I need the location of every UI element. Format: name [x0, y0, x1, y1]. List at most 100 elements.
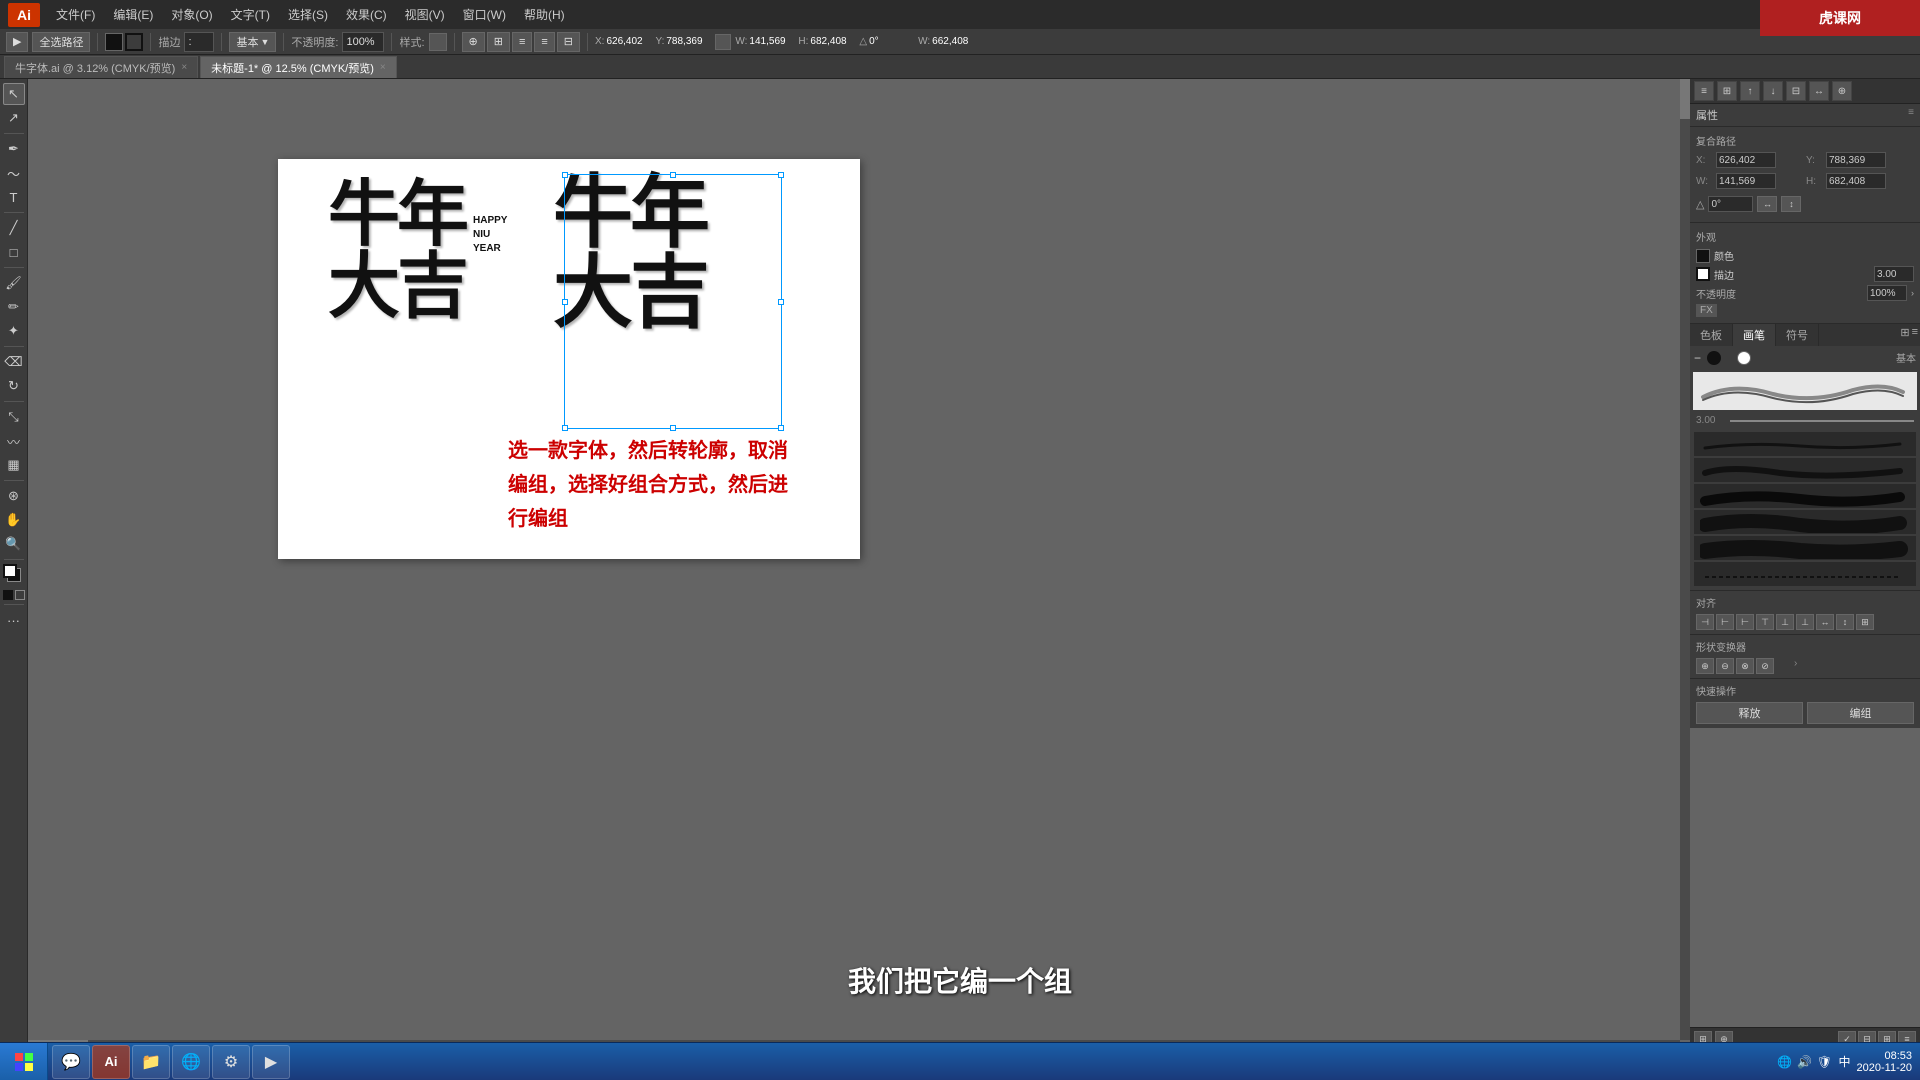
align-center-h-btn[interactable]: ⊢: [1716, 614, 1734, 630]
align-left-btn[interactable]: ⊣: [1696, 614, 1714, 630]
tab-0-close[interactable]: ×: [181, 62, 187, 73]
tab-1[interactable]: 未标题-1* @ 12.5% (CMYK/预览) ×: [200, 56, 397, 78]
unite-btn[interactable]: ⊕: [1696, 658, 1714, 674]
align-left-icon[interactable]: ≡: [512, 32, 532, 52]
tray-sound[interactable]: 🔊: [1797, 1054, 1813, 1070]
fill-color-swatch[interactable]: [125, 33, 143, 51]
v-scrollbar[interactable]: [1680, 79, 1690, 1040]
pencil-tool[interactable]: ✏: [3, 296, 25, 318]
brush-minus[interactable]: −: [1694, 351, 1701, 365]
h-input[interactable]: [1826, 173, 1886, 189]
menu-effect[interactable]: 效果(C): [338, 4, 395, 25]
column-chart-tool[interactable]: ▦: [3, 454, 25, 476]
taskbar-folder[interactable]: 📁: [132, 1045, 170, 1079]
panel-icon-2[interactable]: ⊞: [1717, 81, 1737, 101]
panel-expand[interactable]: ⊞: [1900, 326, 1909, 344]
rotate-tool[interactable]: ↻: [3, 375, 25, 397]
align-top-btn[interactable]: ⊤: [1756, 614, 1774, 630]
basic-preset[interactable]: 基本▼: [229, 32, 276, 52]
menu-object[interactable]: 对象(O): [163, 4, 220, 25]
path-label[interactable]: 全选路径: [32, 32, 90, 52]
tab-0[interactable]: 牛字体.ai @ 3.12% (CMYK/预览) ×: [4, 56, 198, 78]
scale-tool[interactable]: ⤡: [3, 406, 25, 428]
panel-menu[interactable]: ≡: [1912, 326, 1918, 344]
dist-v-btn[interactable]: ↕: [1836, 614, 1854, 630]
menu-file[interactable]: 文件(F): [48, 4, 103, 25]
dist-gap-btn[interactable]: ⊞: [1856, 614, 1874, 630]
distribute-icon[interactable]: ⊟: [557, 32, 580, 52]
pathfinder-expand[interactable]: ›: [1794, 658, 1797, 674]
clock-display[interactable]: 08:53 2020-11-20: [1857, 1050, 1912, 1074]
rect-tool[interactable]: □: [3, 241, 25, 263]
scale-h-icon[interactable]: ↕: [1781, 196, 1801, 212]
tray-security[interactable]: 🛡: [1817, 1054, 1833, 1070]
taskbar-settings[interactable]: ⚙: [212, 1045, 250, 1079]
shaper-tool[interactable]: ✦: [3, 320, 25, 342]
sel-handle-bl[interactable]: [562, 425, 568, 431]
none-mode-btn[interactable]: [15, 590, 25, 600]
y-input[interactable]: [1826, 152, 1886, 168]
brush-item-2[interactable]: [1694, 458, 1916, 482]
menu-edit[interactable]: 编辑(E): [105, 4, 161, 25]
hand-tool[interactable]: ✋: [3, 509, 25, 531]
menu-select[interactable]: 选择(S): [280, 4, 336, 25]
attributes-options[interactable]: ≡: [1908, 107, 1914, 123]
x-input[interactable]: [1716, 152, 1776, 168]
cp-tab-brush[interactable]: 画笔: [1733, 324, 1776, 346]
group-btn[interactable]: 编组: [1807, 702, 1914, 724]
color-mode-btn[interactable]: [3, 590, 13, 600]
align-center-v-btn[interactable]: ⊥: [1776, 614, 1794, 630]
text-tool[interactable]: T: [3, 186, 25, 208]
v-scrollbar-thumb[interactable]: [1680, 79, 1690, 119]
start-button[interactable]: [0, 1043, 48, 1080]
sel-handle-bm[interactable]: [670, 425, 676, 431]
tray-input[interactable]: 中: [1837, 1054, 1853, 1070]
cp-tab-symbol[interactable]: 符号: [1776, 324, 1819, 346]
brush-dot-black[interactable]: [1707, 351, 1721, 365]
align-right-btn[interactable]: ⊢: [1736, 614, 1754, 630]
warp-tool[interactable]: 〰: [3, 430, 25, 452]
curvature-tool[interactable]: 〜: [3, 162, 25, 184]
panel-icon-6[interactable]: ↔: [1809, 81, 1829, 101]
grid-icon[interactable]: ⊞: [487, 32, 510, 52]
panel-icon-5[interactable]: ⊟: [1786, 81, 1806, 101]
sel-handle-tr[interactable]: [778, 172, 784, 178]
canvas-area[interactable]: 牛年 大吉 HAPPY NIU YEAR 牛年 大吉: [28, 79, 1690, 1050]
brush-item-4[interactable]: [1694, 510, 1916, 534]
brush-item-5[interactable]: [1694, 536, 1916, 560]
style-swatch[interactable]: [429, 33, 447, 51]
lock-icon[interactable]: [715, 34, 731, 50]
exclude-btn[interactable]: ⊘: [1756, 658, 1774, 674]
more-tools[interactable]: ···: [3, 609, 25, 631]
dist-h-btn[interactable]: ↔: [1816, 614, 1834, 630]
line-tool[interactable]: ╱: [3, 217, 25, 239]
scale-w-icon[interactable]: ↔: [1757, 196, 1777, 212]
tab-1-close[interactable]: ×: [380, 62, 386, 73]
brush-dot-white[interactable]: [1737, 351, 1751, 365]
stroke-width-prop[interactable]: [1874, 266, 1914, 282]
fill-stroke-colors[interactable]: [3, 564, 25, 586]
select-tool[interactable]: ↖: [3, 83, 25, 105]
brush-item-3[interactable]: [1694, 484, 1916, 508]
panel-icon-3[interactable]: ↑: [1740, 81, 1760, 101]
taskbar-media[interactable]: ▶: [252, 1045, 290, 1079]
opacity-prop-input[interactable]: [1867, 285, 1907, 301]
panel-icon-1[interactable]: ≡: [1694, 81, 1714, 101]
taskbar-ie[interactable]: 🌐: [172, 1045, 210, 1079]
stroke-swatch[interactable]: [1696, 267, 1710, 281]
fill-swatch[interactable]: [1696, 249, 1710, 263]
panel-icon-7[interactable]: ⊕: [1832, 81, 1852, 101]
menu-view[interactable]: 视图(V): [397, 4, 453, 25]
brush-item-1[interactable]: [1694, 432, 1916, 456]
opacity-expand[interactable]: ›: [1911, 288, 1914, 298]
direct-select-tool[interactable]: ↗: [3, 107, 25, 129]
menu-window[interactable]: 窗口(W): [455, 4, 514, 25]
align-bottom-btn[interactable]: ⊥: [1796, 614, 1814, 630]
minus-front-btn[interactable]: ⊖: [1716, 658, 1734, 674]
sel-handle-mr[interactable]: [778, 299, 784, 305]
stroke-width-input[interactable]: [184, 32, 214, 52]
align-center-icon[interactable]: ≡: [534, 32, 554, 52]
fx-button[interactable]: FX: [1696, 304, 1717, 317]
cp-tab-color[interactable]: 色板: [1690, 324, 1733, 346]
selection-tool-btn[interactable]: ▶: [6, 32, 28, 52]
